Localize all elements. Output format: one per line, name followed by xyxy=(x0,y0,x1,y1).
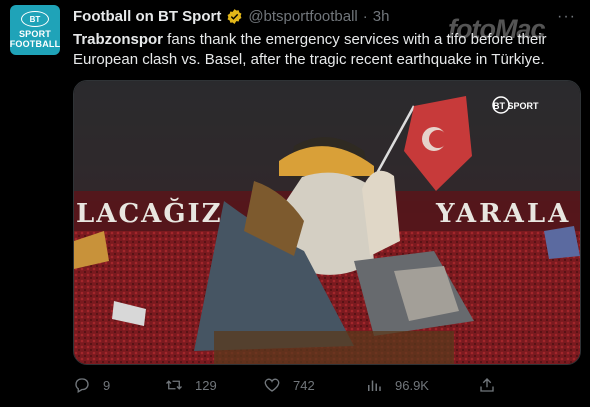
avatar-football-text: FOOTBALL xyxy=(9,39,61,49)
tweet-time[interactable]: 3h xyxy=(373,8,390,25)
tweet-header: Football on BT Sport @btsportfootball · … xyxy=(73,6,389,26)
verified-badge-icon xyxy=(227,8,242,24)
like-button[interactable]: 742 xyxy=(263,376,315,394)
banner-right-text: YARALA xyxy=(435,199,571,229)
retweet-icon xyxy=(166,380,182,390)
broadcaster-logo: BT SPORT xyxy=(493,101,539,111)
more-icon[interactable]: ··· xyxy=(557,8,576,26)
reply-icon xyxy=(75,378,89,393)
avatar-sport-text: SPORT xyxy=(18,29,51,39)
banner-left-text: LACAĞIZ xyxy=(76,197,223,229)
reply-count: 9 xyxy=(103,377,111,393)
separator-dot: · xyxy=(362,7,368,25)
views-count: 96.9K xyxy=(395,377,429,393)
reply-button[interactable]: 9 xyxy=(73,376,110,394)
share-button[interactable] xyxy=(478,376,496,394)
avatar-bt-logo: BT xyxy=(21,11,49,27)
tifo-image: LACAĞIZ YARALA BT SPORT xyxy=(74,81,580,364)
tweet-text: Trabzonspor fans thank the emergency ser… xyxy=(73,30,578,70)
like-count: 742 xyxy=(293,377,315,393)
views-button[interactable]: 96.9K xyxy=(365,376,429,394)
account-name[interactable]: Football on BT Sport xyxy=(73,8,221,25)
like-icon xyxy=(264,378,280,392)
retweet-button[interactable]: 129 xyxy=(165,376,217,394)
share-icon xyxy=(480,378,494,392)
account-handle[interactable]: @btsportfootball xyxy=(248,8,357,25)
retweet-count: 129 xyxy=(195,377,217,393)
avatar[interactable]: BT SPORT FOOTBALL xyxy=(10,5,60,55)
tweet-text-mention[interactable]: Trabzonspor xyxy=(73,31,163,48)
views-icon xyxy=(368,380,381,391)
tweet-actions: 9 129 742 96.9K xyxy=(73,376,579,398)
tweet-media[interactable]: LACAĞIZ YARALA BT SPORT xyxy=(73,80,581,365)
